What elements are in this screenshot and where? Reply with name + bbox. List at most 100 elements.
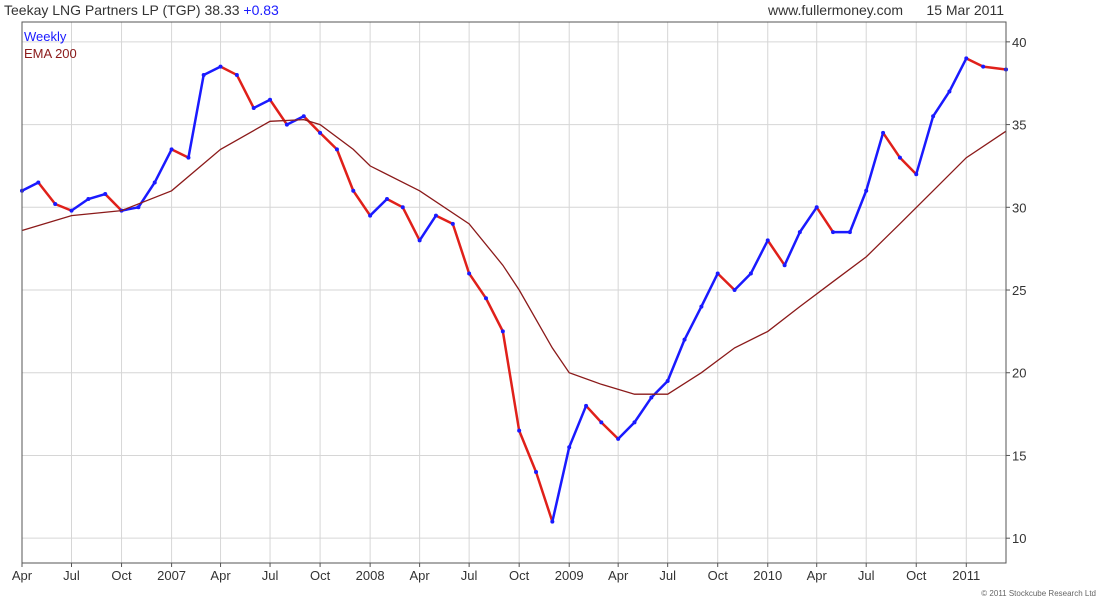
price-segment bbox=[385, 197, 405, 209]
price-segment bbox=[749, 239, 770, 275]
y-tick-label: 20 bbox=[1012, 366, 1026, 381]
price-point bbox=[284, 122, 289, 127]
price-point bbox=[964, 56, 969, 61]
price-segment bbox=[103, 192, 123, 212]
price-segment bbox=[235, 73, 255, 110]
price-point bbox=[318, 130, 323, 135]
x-tick-label: Apr bbox=[608, 568, 629, 583]
ema-line bbox=[21, 118, 1007, 395]
price-chart: 10 15 20 25 30 35 40 Apr Jul Oct 2007 Apr Jul Oct 200… bbox=[12, 21, 1026, 583]
price-segment bbox=[170, 148, 190, 159]
price-point bbox=[831, 230, 836, 235]
price-segment bbox=[815, 206, 835, 234]
price-segment bbox=[981, 65, 1008, 71]
price-segment bbox=[87, 192, 107, 201]
y-axis: 10 15 20 25 30 35 40 bbox=[1006, 35, 1026, 546]
price-point bbox=[732, 288, 737, 293]
x-tick-label: Jul bbox=[461, 568, 478, 583]
price-segment bbox=[252, 98, 272, 110]
price-segment bbox=[931, 90, 951, 118]
price-segment bbox=[948, 57, 968, 93]
price-segment bbox=[517, 429, 538, 474]
price-point bbox=[450, 221, 455, 226]
x-tick-label: Jul bbox=[63, 568, 80, 583]
x-tick-label: 2007 bbox=[157, 568, 186, 583]
price-segment bbox=[600, 421, 620, 441]
x-tick-label: Oct bbox=[509, 568, 530, 583]
price-segment bbox=[219, 65, 239, 77]
price-point bbox=[251, 106, 256, 111]
price-point bbox=[53, 201, 58, 206]
x-tick-label: 2008 bbox=[356, 568, 385, 583]
x-axis: Apr Jul Oct 2007 Apr Jul Oct 2008 Apr Jul Oct 2009 A… bbox=[12, 563, 980, 583]
x-tick-label: Jul bbox=[659, 568, 676, 583]
price-point bbox=[186, 155, 191, 160]
price-point bbox=[599, 420, 604, 425]
y-tick-label: 35 bbox=[1012, 118, 1026, 133]
price-point bbox=[931, 114, 936, 119]
price-point bbox=[152, 180, 157, 185]
plot-frame bbox=[21, 21, 1007, 564]
price-point bbox=[534, 470, 539, 475]
price-point bbox=[649, 395, 654, 400]
price-point bbox=[368, 213, 373, 218]
x-tick-label: Apr bbox=[12, 568, 33, 583]
price-segment bbox=[401, 206, 421, 242]
y-tick-label: 30 bbox=[1012, 200, 1026, 215]
price-segment bbox=[616, 421, 636, 441]
price-point bbox=[417, 238, 422, 243]
price-point bbox=[483, 296, 488, 301]
price-segment bbox=[187, 73, 205, 159]
price-segment bbox=[633, 396, 653, 424]
price-point bbox=[567, 445, 572, 450]
price-point bbox=[616, 436, 621, 441]
price-point bbox=[334, 147, 339, 152]
price-point bbox=[847, 230, 852, 235]
x-tick-label: 2011 bbox=[952, 568, 980, 583]
legend-ema: EMA 200 bbox=[24, 46, 77, 61]
x-tick-label: Jul bbox=[858, 568, 875, 583]
price-segment bbox=[898, 156, 918, 176]
x-tick-label: Oct bbox=[111, 568, 132, 583]
price-point bbox=[301, 114, 306, 119]
price-segment bbox=[798, 206, 818, 234]
y-tick-label: 40 bbox=[1012, 35, 1026, 50]
price-point bbox=[881, 130, 886, 135]
legend-weekly: Weekly bbox=[24, 29, 67, 44]
price-point bbox=[699, 304, 704, 309]
price-point bbox=[748, 271, 753, 276]
x-tick-label: Jul bbox=[262, 568, 279, 583]
price-point bbox=[715, 271, 720, 276]
price-point bbox=[36, 180, 41, 185]
price-point bbox=[69, 208, 74, 213]
price-point bbox=[947, 89, 952, 94]
x-tick-label: Oct bbox=[310, 568, 331, 583]
price-segment bbox=[534, 470, 554, 523]
price-segment bbox=[584, 404, 603, 424]
price-segment bbox=[783, 230, 802, 267]
price-segment bbox=[501, 330, 521, 432]
price-segment bbox=[153, 148, 173, 184]
copyright-note: © 2011 Stockcube Research Ltd bbox=[981, 589, 1096, 598]
price-point bbox=[433, 213, 438, 218]
price-segment bbox=[716, 272, 736, 292]
price-point bbox=[169, 147, 174, 152]
price-segment bbox=[848, 189, 868, 234]
price-point bbox=[632, 420, 637, 425]
price-point bbox=[384, 197, 389, 202]
price-segment bbox=[683, 305, 703, 341]
ema-series bbox=[21, 118, 1007, 395]
price-point bbox=[517, 428, 522, 433]
price-segment bbox=[733, 272, 753, 292]
price-segment bbox=[467, 272, 488, 300]
x-tick-label: Apr bbox=[807, 568, 828, 583]
y-tick-label: 25 bbox=[1012, 283, 1026, 298]
price-segment bbox=[965, 57, 985, 68]
price-point bbox=[765, 238, 770, 243]
price-point bbox=[797, 230, 802, 235]
price-point bbox=[136, 205, 141, 210]
price-point bbox=[864, 188, 869, 193]
price-point bbox=[981, 64, 986, 69]
y-tick-label: 15 bbox=[1012, 448, 1026, 463]
price-segment bbox=[484, 297, 505, 333]
